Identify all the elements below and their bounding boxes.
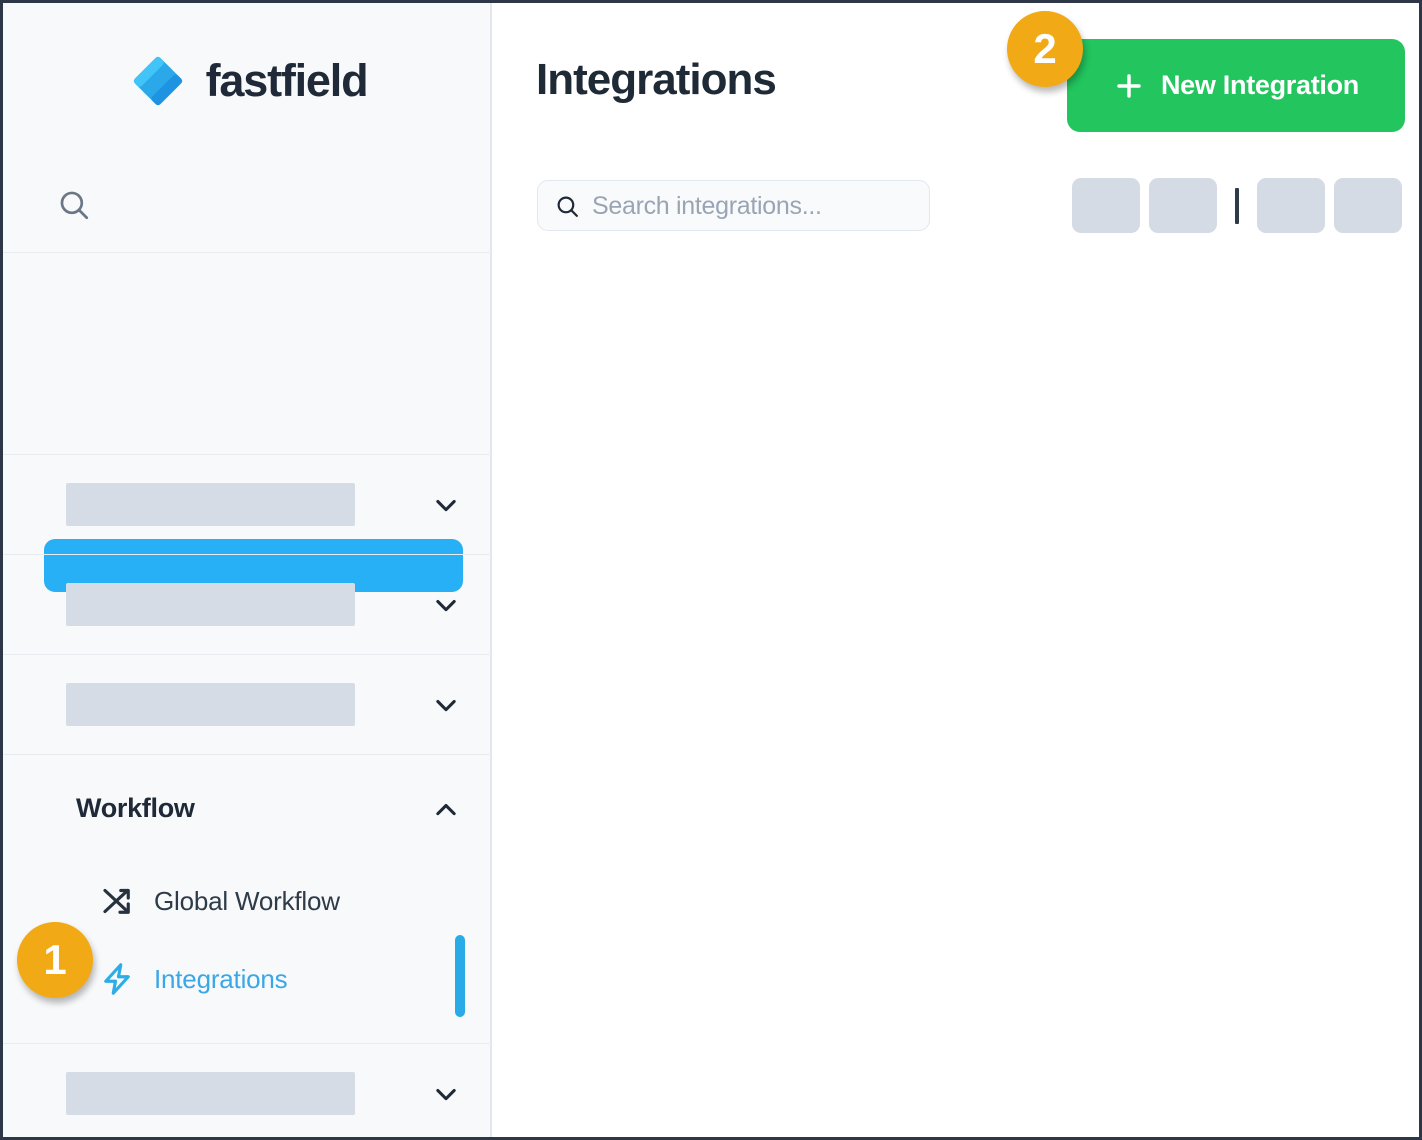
toolbar-divider xyxy=(1235,188,1239,224)
search-input[interactable] xyxy=(592,181,922,232)
callout-badge-2: 2 xyxy=(1007,11,1083,87)
chevron-down-icon[interactable] xyxy=(432,691,460,719)
new-integration-label: New Integration xyxy=(1161,70,1359,101)
shuffle-icon xyxy=(99,883,135,919)
toolbar-button[interactable] xyxy=(1334,178,1402,233)
fastfield-diamond-logo-icon xyxy=(128,51,188,111)
chevron-up-icon[interactable] xyxy=(432,795,460,823)
sidebar-nav-row[interactable] xyxy=(3,655,492,755)
new-integration-button[interactable]: New Integration xyxy=(1067,39,1405,132)
search-icon xyxy=(555,194,580,219)
sidebar-nav-row[interactable] xyxy=(3,1044,492,1140)
sidebar-active-indicator xyxy=(455,935,465,1017)
sidebar-primary-section xyxy=(3,253,492,455)
sidebar-nav-row-label-placeholder xyxy=(66,683,355,726)
sidebar-group-workflow-header[interactable]: Workflow xyxy=(3,755,492,861)
plus-icon xyxy=(1113,70,1145,102)
sidebar-nav-row[interactable] xyxy=(3,455,492,555)
sidebar-nav-row[interactable] xyxy=(3,555,492,655)
brand-logo[interactable]: fastfield xyxy=(3,3,492,158)
lightning-bolt-icon xyxy=(99,961,135,997)
main-content: Integrations New Integration xyxy=(494,3,1419,1137)
toolbar-button[interactable] xyxy=(1149,178,1217,233)
search-icon[interactable] xyxy=(57,188,91,222)
sidebar-item-label: Global Workflow xyxy=(154,886,340,917)
view-toolbar xyxy=(1072,178,1402,233)
chevron-down-icon[interactable] xyxy=(432,491,460,519)
sidebar-item-label: Integrations xyxy=(154,964,287,995)
toolbar-button[interactable] xyxy=(1257,178,1325,233)
callout-badge-1: 1 xyxy=(17,922,93,998)
sidebar-nav-row-label-placeholder xyxy=(66,483,355,526)
brand-name: fastfield xyxy=(206,58,368,103)
sidebar-group-workflow-title: Workflow xyxy=(76,793,195,824)
app-window: fastfield xyxy=(0,0,1422,1140)
sidebar-search-row[interactable] xyxy=(3,158,492,253)
sidebar-nav-row-label-placeholder xyxy=(66,583,355,626)
sidebar-nav-row-label-placeholder xyxy=(66,1072,355,1115)
page-title: Integrations xyxy=(536,55,776,105)
chevron-down-icon[interactable] xyxy=(432,591,460,619)
search-integrations-box[interactable] xyxy=(537,180,930,231)
toolbar-button[interactable] xyxy=(1072,178,1140,233)
chevron-down-icon[interactable] xyxy=(432,1080,460,1108)
